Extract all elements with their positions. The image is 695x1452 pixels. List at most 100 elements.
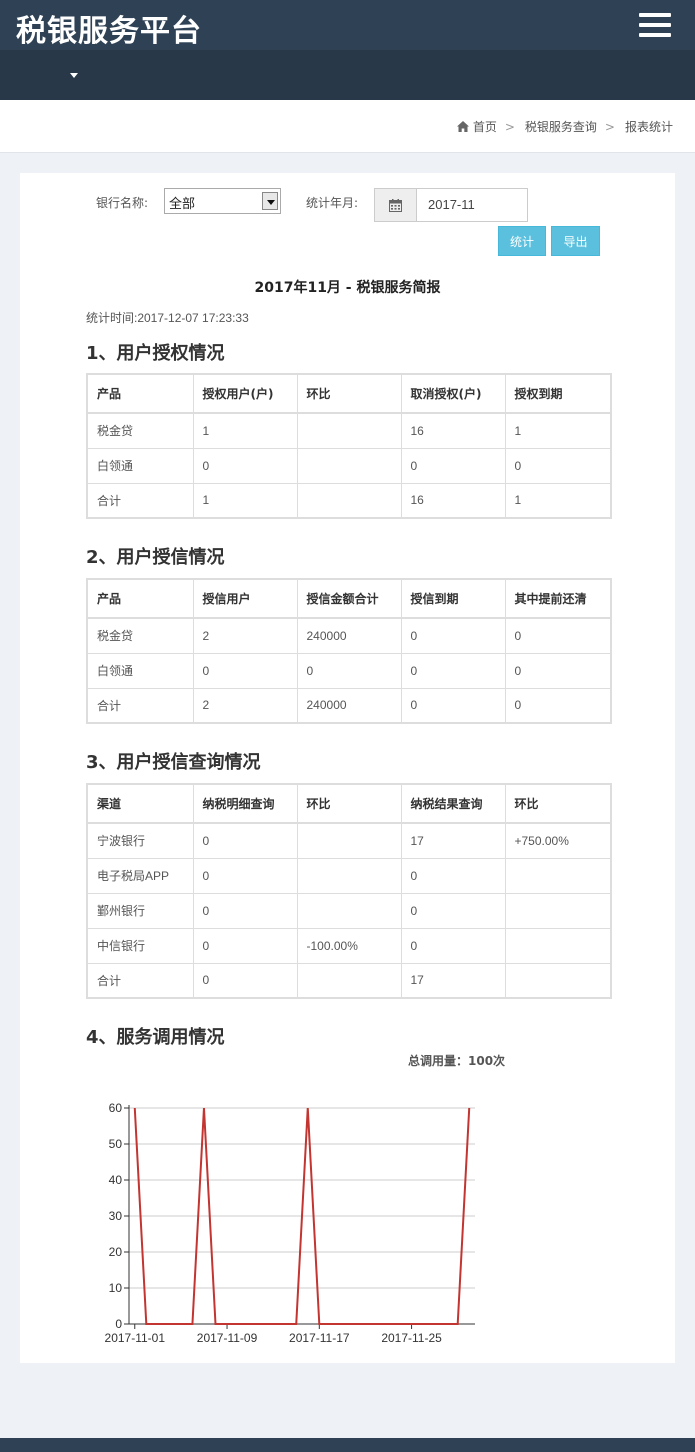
- table-cell: 宁波银行: [86, 822, 194, 859]
- data-point: [318, 1323, 320, 1325]
- table-cell: [296, 412, 402, 449]
- column-header: 授权用户(户): [192, 373, 298, 414]
- data-point: [295, 1323, 297, 1325]
- table-cell: 0: [192, 892, 298, 929]
- table-cell: 合计: [86, 962, 194, 999]
- data-point: [468, 1107, 470, 1109]
- table-header-row: 渠道 纳税明细查询 环比 纳税结果查询 环比: [86, 783, 612, 824]
- data-point: [203, 1107, 205, 1109]
- table-cell: [504, 927, 612, 964]
- breadcrumb-query[interactable]: 税银服务查询: [525, 118, 597, 135]
- table-row: 电子税局APP 0 0: [86, 857, 612, 894]
- table-row: 白领通 0 0 0 0: [86, 652, 612, 689]
- table-cell: [504, 962, 612, 999]
- data-point: [422, 1323, 424, 1325]
- data-point: [238, 1323, 240, 1325]
- data-point: [284, 1323, 286, 1325]
- data-point: [168, 1323, 170, 1325]
- table-header-row: 产品 授权用户(户) 环比 取消授权(户) 授权到期: [86, 373, 612, 414]
- top-navbar: 税银服务平台: [0, 0, 695, 50]
- table-cell: 0: [400, 857, 506, 894]
- stat-button[interactable]: 统计: [498, 226, 546, 256]
- table-cell: 合计: [86, 482, 194, 519]
- caret-down-icon[interactable]: [70, 73, 78, 78]
- y-tick-label: 20: [109, 1245, 123, 1259]
- data-point: [272, 1323, 274, 1325]
- data-point: [226, 1323, 228, 1325]
- table-cell: 16: [400, 482, 506, 519]
- table-cell: [296, 447, 402, 484]
- table-cell: 1: [504, 412, 612, 449]
- breadcrumb-home[interactable]: 首页: [473, 118, 497, 135]
- bank-label: 银行名称:: [96, 196, 149, 210]
- table-cell: 0: [504, 447, 612, 484]
- table-cell: 电子税局APP: [86, 857, 194, 894]
- table-cell: 0: [192, 927, 298, 964]
- table-cell: 0: [296, 652, 402, 689]
- x-tick-label: 2017-11-17: [289, 1331, 350, 1345]
- table-cell: 0: [192, 447, 298, 484]
- data-point: [353, 1323, 355, 1325]
- table-cell: 0: [400, 927, 506, 964]
- table-cell: 16: [400, 412, 506, 449]
- data-point: [249, 1323, 251, 1325]
- auth-table: 产品 授权用户(户) 环比 取消授权(户) 授权到期 税金贷 1 16 1 白领…: [86, 373, 612, 519]
- table-cell: 1: [192, 482, 298, 519]
- column-header: 授信用户: [192, 578, 298, 619]
- table-cell: 税金贷: [86, 617, 194, 654]
- table-cell: 17: [400, 822, 506, 859]
- data-point: [411, 1323, 413, 1325]
- table-cell: 1: [192, 412, 298, 449]
- data-point: [191, 1323, 193, 1325]
- table-cell: 鄞州银行: [86, 892, 194, 929]
- data-point: [364, 1323, 366, 1325]
- data-point: [307, 1107, 309, 1109]
- y-tick-label: 10: [109, 1281, 123, 1295]
- table-cell: 0: [504, 652, 612, 689]
- query-table: 渠道 纳税明细查询 环比 纳税结果查询 环比 宁波银行 0 17 +750.00…: [86, 783, 612, 999]
- table-cell: -100.00%: [296, 927, 402, 964]
- table-cell: 税金贷: [86, 412, 194, 449]
- table-cell: 0: [400, 687, 506, 724]
- column-header: 渠道: [86, 783, 194, 824]
- data-point: [399, 1323, 401, 1325]
- table-row: 合计 2 240000 0 0: [86, 687, 612, 724]
- table-cell: [296, 482, 402, 519]
- section-title-service: 4、服务调用情况: [86, 1027, 225, 1048]
- data-point: [457, 1323, 459, 1325]
- table-cell: 0: [504, 617, 612, 654]
- table-cell: 0: [192, 652, 298, 689]
- calendar-glyph: [389, 198, 402, 212]
- bank-select[interactable]: 全部: [164, 188, 281, 214]
- chart-total-label: 总调用量：100次: [408, 1054, 506, 1068]
- hamburger-icon[interactable]: [639, 13, 671, 37]
- data-point: [261, 1323, 263, 1325]
- export-button[interactable]: 导出: [551, 226, 600, 256]
- column-header: 纳税结果查询: [400, 783, 506, 824]
- table-row: 中信银行 0 -100.00% 0: [86, 927, 612, 964]
- breadcrumb-current: 报表统计: [624, 120, 673, 134]
- credit-table: 产品 授信用户 授信金额合计 授信到期 其中提前还清 税金贷 2 240000 …: [86, 578, 612, 724]
- table-row: 合计 0 17: [86, 962, 612, 999]
- y-tick-label: 0: [115, 1317, 122, 1331]
- footer-bar: [0, 1438, 695, 1452]
- column-header: 环比: [296, 783, 402, 824]
- table-cell: [296, 822, 402, 859]
- x-tick-label: 2017-11-25: [381, 1331, 442, 1345]
- y-tick-label: 30: [109, 1209, 123, 1223]
- table-cell: 中信银行: [86, 927, 194, 964]
- table-cell: [504, 892, 612, 929]
- data-point: [215, 1323, 217, 1325]
- calendar-icon[interactable]: [374, 188, 416, 222]
- table-cell: [504, 857, 612, 894]
- table-cell: 17: [400, 962, 506, 999]
- table-cell: 0: [192, 822, 298, 859]
- column-header: 其中提前还清: [504, 578, 612, 619]
- x-tick-label: 2017-11-09: [197, 1331, 258, 1345]
- table-cell: 合计: [86, 687, 194, 724]
- bank-select-value: 全部: [169, 197, 196, 212]
- column-header: 授信金额合计: [296, 578, 402, 619]
- month-input[interactable]: 2017-11: [416, 188, 528, 222]
- breadcrumb-bar: 首页 > 税银服务查询 > 报表统计: [0, 100, 695, 153]
- table-cell: 240000: [296, 687, 402, 724]
